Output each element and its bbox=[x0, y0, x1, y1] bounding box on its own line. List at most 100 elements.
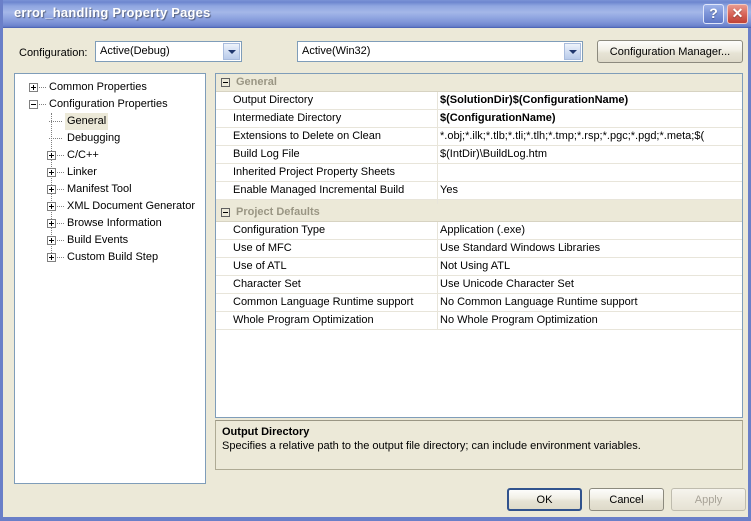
apply-button: Apply bbox=[671, 488, 746, 511]
chevron-down-icon[interactable] bbox=[564, 43, 581, 60]
property-row[interactable]: Character Set Use Unicode Character Set bbox=[216, 276, 742, 294]
window-title: error_handling Property Pages bbox=[14, 5, 211, 20]
property-value[interactable]: *.obj;*.ilk;*.tlb;*.tli;*.tlh;*.tmp;*.rs… bbox=[440, 128, 742, 145]
close-icon[interactable]: ✕ bbox=[727, 4, 748, 24]
expand-icon[interactable] bbox=[47, 253, 56, 262]
property-value[interactable]: No Common Language Runtime support bbox=[440, 294, 742, 311]
property-value[interactable]: $(ConfigurationName) bbox=[440, 110, 742, 127]
tree-node-common-properties[interactable]: Common Properties bbox=[15, 79, 205, 96]
property-name: Common Language Runtime support bbox=[233, 296, 414, 308]
property-name: Use of ATL bbox=[233, 260, 287, 272]
grid-section-title: General bbox=[236, 76, 277, 88]
property-row[interactable]: Build Log File $(IntDir)\BuildLog.htm bbox=[216, 146, 742, 164]
grid-section-header[interactable]: General bbox=[216, 74, 742, 92]
collapse-icon[interactable] bbox=[29, 100, 38, 109]
tree-node-label: Browse Information bbox=[67, 217, 162, 229]
tree-node-custom-build-step[interactable]: Custom Build Step bbox=[15, 249, 205, 266]
help-icon[interactable]: ? bbox=[703, 4, 724, 24]
expand-icon[interactable] bbox=[29, 83, 38, 92]
property-value[interactable]: Use Unicode Character Set bbox=[440, 276, 742, 293]
configuration-value: Active(Debug) bbox=[100, 45, 170, 57]
property-value[interactable]: Use Standard Windows Libraries bbox=[440, 240, 742, 257]
property-row[interactable]: Common Language Runtime support No Common… bbox=[216, 294, 742, 312]
title-bar[interactable]: error_handling Property Pages ? ✕ bbox=[3, 0, 751, 28]
expand-icon[interactable] bbox=[47, 151, 56, 160]
tree-connector-icon bbox=[49, 138, 62, 140]
tree-node-label: XML Document Generator bbox=[67, 200, 195, 212]
description-title: Output Directory bbox=[222, 426, 310, 438]
property-row[interactable]: Use of MFC Use Standard Windows Libraries bbox=[216, 240, 742, 258]
tree-connector-icon bbox=[57, 257, 64, 259]
property-row[interactable]: Enable Managed Incremental Build Yes bbox=[216, 182, 742, 200]
property-row[interactable]: Extensions to Delete on Clean *.obj;*.ilk… bbox=[216, 128, 742, 146]
property-value[interactable]: No Whole Program Optimization bbox=[440, 312, 742, 329]
expand-icon[interactable] bbox=[47, 168, 56, 177]
properties-tree-panel[interactable]: Common Properties Configuration Propertie… bbox=[14, 73, 206, 484]
property-name: Intermediate Directory bbox=[233, 112, 342, 124]
property-name: Output Directory bbox=[233, 94, 314, 106]
tree-connector-icon bbox=[57, 223, 64, 225]
ok-button[interactable]: OK bbox=[507, 488, 582, 511]
tree-node-label: General bbox=[65, 113, 109, 130]
property-row[interactable]: Configuration Type Application (.exe) bbox=[216, 222, 742, 240]
tree-node-list: Common Properties Configuration Propertie… bbox=[15, 79, 205, 266]
property-row[interactable]: Output Directory $(SolutionDir)$(Configur… bbox=[216, 92, 742, 110]
property-row[interactable]: Intermediate Directory $(ConfigurationNam… bbox=[216, 110, 742, 128]
expand-icon[interactable] bbox=[47, 202, 56, 211]
grid-section-title: Project Defaults bbox=[236, 206, 320, 218]
tree-connector-icon bbox=[39, 87, 46, 89]
tree-node-build-events[interactable]: Build Events bbox=[15, 232, 205, 249]
tree-node-label: Custom Build Step bbox=[67, 251, 159, 263]
tree-connector-icon bbox=[57, 172, 64, 174]
expand-icon[interactable] bbox=[47, 219, 56, 228]
property-grid-panel[interactable]: General Output Directory $(SolutionDir)$(C… bbox=[215, 73, 743, 418]
tree-connector-icon bbox=[49, 121, 62, 123]
tree-node-configuration-properties[interactable]: Configuration Properties bbox=[15, 96, 205, 113]
grid-section-header[interactable]: Project Defaults bbox=[216, 204, 742, 222]
property-value[interactable]: Application (.exe) bbox=[440, 222, 742, 239]
tree-node-label: Build Events bbox=[67, 234, 129, 246]
property-row[interactable]: Use of ATL Not Using ATL bbox=[216, 258, 742, 276]
platform-value: Active(Win32) bbox=[302, 45, 371, 57]
collapse-icon[interactable] bbox=[221, 208, 230, 217]
tree-connector-icon bbox=[57, 206, 64, 208]
property-name: Extensions to Delete on Clean bbox=[233, 130, 381, 142]
configuration-dropdown[interactable]: Active(Debug) bbox=[95, 41, 242, 62]
property-value[interactable]: $(IntDir)\BuildLog.htm bbox=[440, 146, 742, 163]
tree-connector-icon bbox=[57, 189, 64, 191]
property-name: Enable Managed Incremental Build bbox=[233, 184, 405, 196]
tree-node-label: Manifest Tool bbox=[67, 183, 132, 195]
collapse-icon[interactable] bbox=[221, 78, 230, 87]
tree-node-label: Linker bbox=[67, 166, 97, 178]
expand-icon[interactable] bbox=[47, 236, 56, 245]
property-row[interactable]: Whole Program Optimization No Whole Progr… bbox=[216, 312, 742, 330]
expand-icon[interactable] bbox=[47, 185, 56, 194]
property-row[interactable]: Inherited Project Property Sheets bbox=[216, 164, 742, 182]
tree-connector-icon bbox=[39, 104, 46, 106]
tree-node-debugging[interactable]: Debugging bbox=[15, 130, 205, 147]
configuration-manager-button[interactable]: Configuration Manager... bbox=[597, 40, 743, 63]
tree-node-c-c[interactable]: C/C++ bbox=[15, 147, 205, 164]
tree-node-browse-information[interactable]: Browse Information bbox=[15, 215, 205, 232]
property-pages-dialog: error_handling Property Pages ? ✕ Config… bbox=[0, 0, 751, 521]
tree-node-label: C/C++ bbox=[67, 149, 99, 161]
tree-node-general[interactable]: General bbox=[15, 113, 205, 130]
description-panel: Output Directory Specifies a relative pa… bbox=[215, 420, 743, 470]
tree-node-xml-document-generator[interactable]: XML Document Generator bbox=[15, 198, 205, 215]
tree-connector-icon bbox=[57, 155, 64, 157]
tree-node-manifest-tool[interactable]: Manifest Tool bbox=[15, 181, 205, 198]
property-value[interactable]: Yes bbox=[440, 182, 742, 199]
property-name: Character Set bbox=[233, 278, 301, 290]
property-name: Whole Program Optimization bbox=[233, 314, 374, 326]
chevron-down-icon[interactable] bbox=[223, 43, 240, 60]
property-name: Configuration Type bbox=[233, 224, 326, 236]
tree-connector-icon bbox=[57, 240, 64, 242]
cancel-button[interactable]: Cancel bbox=[589, 488, 664, 511]
property-name: Build Log File bbox=[233, 148, 300, 160]
platform-dropdown[interactable]: Active(Win32) bbox=[297, 41, 583, 62]
property-value[interactable]: Not Using ATL bbox=[440, 258, 742, 275]
properties-tree: Common Properties Configuration Propertie… bbox=[15, 74, 205, 266]
tree-node-linker[interactable]: Linker bbox=[15, 164, 205, 181]
property-value[interactable]: $(SolutionDir)$(ConfigurationName) bbox=[440, 92, 742, 109]
property-name: Inherited Project Property Sheets bbox=[233, 166, 396, 178]
